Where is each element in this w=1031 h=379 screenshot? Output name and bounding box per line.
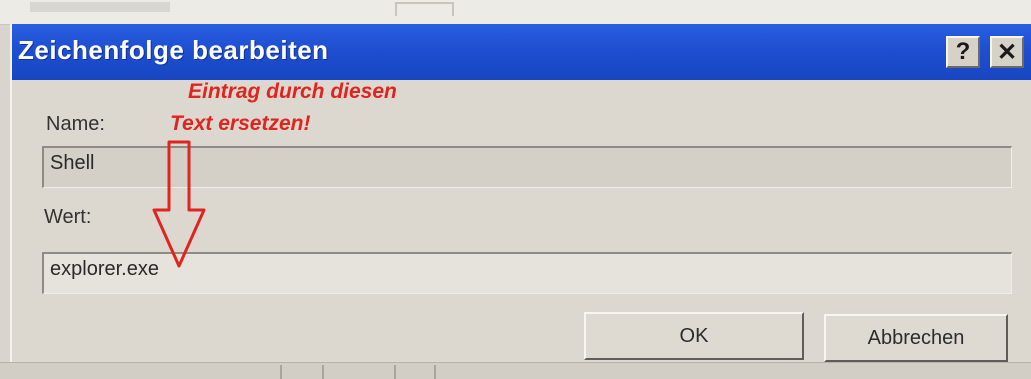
- background-window-strip: [0, 0, 1031, 25]
- background-divider: [434, 365, 436, 379]
- annotation-line-2: Text ersetzen!: [170, 112, 311, 135]
- background-text: [30, 2, 170, 12]
- background-divider: [322, 365, 324, 379]
- ok-button[interactable]: OK: [584, 312, 804, 360]
- help-button[interactable]: ?: [946, 36, 980, 68]
- close-icon: ✕: [996, 38, 1018, 66]
- name-label: Name:: [46, 113, 105, 135]
- dialog-title: Zeichenfolge bearbeiten: [18, 35, 329, 65]
- background-window-bottom: [0, 362, 1031, 379]
- cancel-button[interactable]: Abbrechen: [824, 314, 1008, 362]
- background-divider: [280, 365, 282, 379]
- value-label: Wert:: [44, 206, 92, 228]
- edit-string-dialog: Zeichenfolge bearbeiten ? ✕ Eintrag durc…: [10, 24, 1031, 364]
- dialog-titlebar[interactable]: Zeichenfolge bearbeiten ? ✕: [12, 24, 1031, 80]
- help-icon: ?: [955, 38, 971, 65]
- close-button[interactable]: ✕: [990, 36, 1024, 68]
- background-divider: [394, 365, 396, 379]
- annotation-line-1: Eintrag durch diesen: [188, 80, 397, 103]
- down-arrow-outline-icon: [152, 140, 206, 268]
- background-icon: [395, 2, 454, 16]
